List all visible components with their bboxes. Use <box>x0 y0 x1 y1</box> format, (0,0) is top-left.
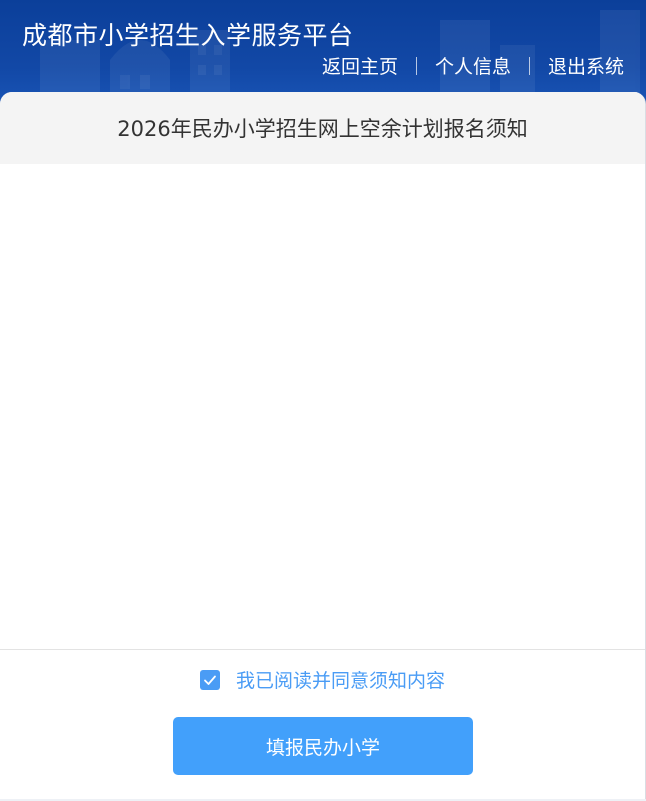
agree-checkbox[interactable] <box>199 669 220 690</box>
nav-logout-link[interactable]: 退出系统 <box>548 52 624 79</box>
site-title: 成都市小学招生入学服务平台 <box>22 21 354 50</box>
checkmark-icon <box>204 675 216 685</box>
nav-home-link[interactable]: 返回主页 <box>322 52 398 79</box>
header-nav: 返回主页 个人信息 退出系统 <box>322 52 624 79</box>
submit-button[interactable]: 填报民办小学 <box>173 717 473 775</box>
agree-row: 我已阅读并同意须知内容 <box>0 666 645 693</box>
nav-profile-link[interactable]: 个人信息 <box>435 52 511 79</box>
nav-divider <box>415 56 417 75</box>
notice-card: 2026年民办小学招生网上空余计划报名须知 我已阅读并同意须知内容 填报民办小学 <box>0 92 646 799</box>
notice-title: 2026年民办小学招生网上空余计划报名须知 <box>0 92 645 164</box>
notice-footer: 我已阅读并同意须知内容 填报民办小学 <box>0 649 645 799</box>
notice-content[interactable] <box>0 164 645 649</box>
agree-label[interactable]: 我已阅读并同意须知内容 <box>236 666 445 693</box>
nav-divider <box>528 56 530 75</box>
